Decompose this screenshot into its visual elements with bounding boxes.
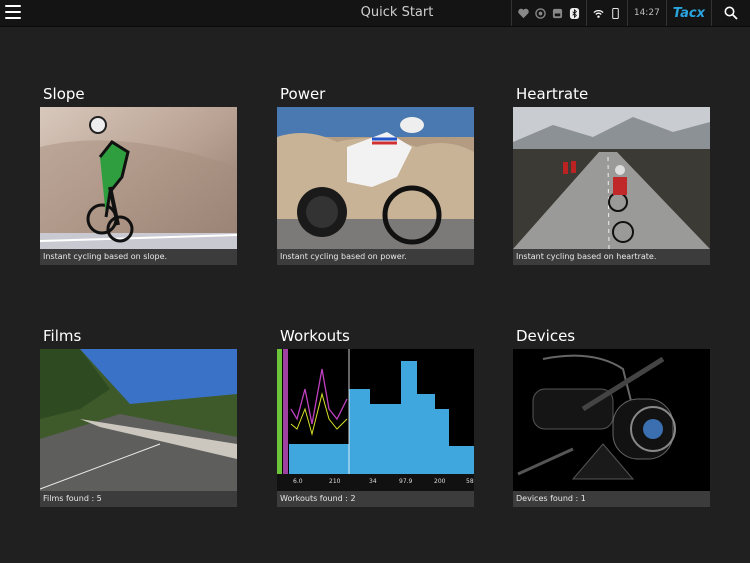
readout-value: 200 [434,478,446,485]
readout-value: 210 [329,478,341,485]
tile-title: Films [43,327,82,345]
device-status-group [585,0,627,26]
brand-group: Tacx [665,0,711,26]
power-thumbnail[interactable] [277,107,474,249]
time-group: 14:27 [626,0,666,26]
devices-thumbnail[interactable] [513,349,710,491]
tile-caption: Devices found : 1 [513,491,710,507]
films-thumbnail[interactable] [40,349,237,491]
tile-caption: Workouts found : 2 [277,491,474,507]
tile-caption: Films found : 5 [40,491,237,507]
slope-thumbnail[interactable] [40,107,237,249]
top-bar: Quick Start 14:27 Tacx [0,0,750,27]
tile-workouts[interactable]: Workouts 6.0 210 34 97.9 200 58 Workouts… [277,327,474,507]
tile-power[interactable]: Power Instant cycling based on power. [277,85,474,265]
cadence-sensor-icon [535,7,546,19]
tile-title: Heartrate [516,85,589,103]
heartrate-thumbnail[interactable] [513,107,710,249]
clock-time: 14:27 [633,8,660,18]
status-area: 14:27 Tacx [510,0,750,26]
bluetooth-icon [569,7,579,19]
search-group [711,0,750,26]
tile-title: Slope [43,85,85,103]
tile-caption: Instant cycling based on heartrate. [513,249,710,265]
tile-title: Workouts [280,327,350,345]
readout-value: 6.0 [293,478,303,485]
phone-icon [612,7,619,19]
tile-heartrate[interactable]: Heartrate Instant cycling based on heart… [513,85,710,265]
tile-devices[interactable]: Devices Devices found : 1 [513,327,710,507]
tacx-logo: Tacx [672,5,705,21]
tile-films[interactable]: Films Films found : 5 [40,327,237,507]
readout-value: 97.9 [399,478,413,485]
readout-value: 58 [466,478,474,485]
trainer-icon [552,8,562,18]
tile-slope[interactable]: Slope Instant cycling based on slope. [40,85,237,265]
tile-title: Power [280,85,326,103]
heart-sensor-icon [518,8,529,18]
wifi-icon [593,9,604,18]
sensor-status-group [510,0,586,26]
readout-value: 34 [369,478,377,485]
workouts-thumbnail[interactable]: 6.0 210 34 97.9 200 58 [277,349,474,491]
tile-caption: Instant cycling based on slope. [40,249,237,265]
tile-caption: Instant cycling based on power. [277,249,474,265]
tile-title: Devices [516,327,576,345]
search-icon[interactable] [724,6,738,20]
